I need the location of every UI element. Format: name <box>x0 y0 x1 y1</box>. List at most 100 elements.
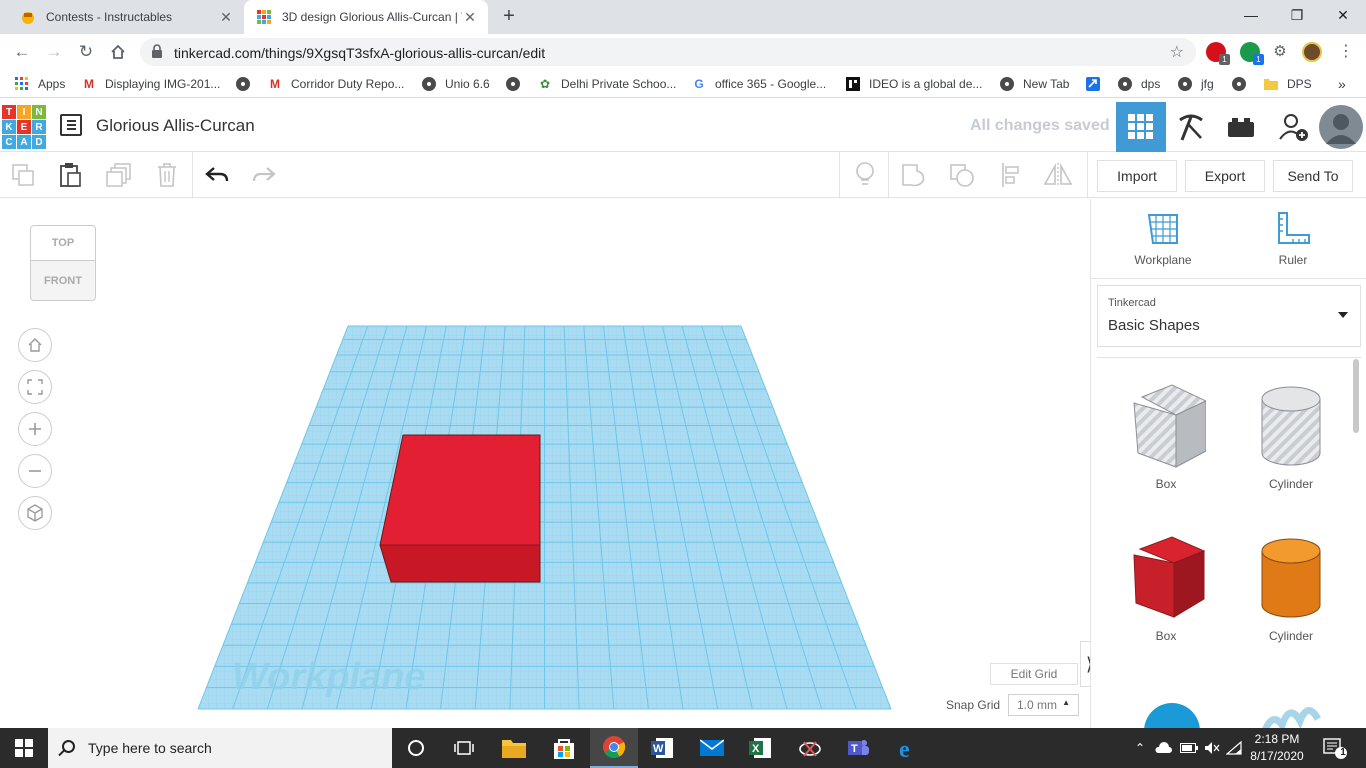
bookmark-unio[interactable]: Unio 6.6 <box>421 75 490 93</box>
bookmark-star-icon[interactable]: ☆ <box>1170 42 1184 62</box>
bookmark-school[interactable]: ✿ Delhi Private Schoo... <box>537 75 676 93</box>
mail-button[interactable] <box>688 728 736 768</box>
task-view-button[interactable] <box>440 728 488 768</box>
bookmark-arrow[interactable] <box>1085 75 1109 93</box>
shape-scribble[interactable] <box>1246 697 1336 728</box>
forward-icon[interactable]: → <box>42 40 66 64</box>
tab-tinkercad[interactable]: 3D design Glorious Allis-Curcan | T ✕ <box>244 0 488 34</box>
add-user-button[interactable] <box>1268 102 1318 152</box>
tray-chevron-icon[interactable]: ⌃ <box>1130 728 1150 768</box>
tinkercad-logo[interactable]: T I N K E R C A D <box>2 105 46 149</box>
view-cube[interactable]: TOP FRONT <box>30 225 96 301</box>
omnibox[interactable]: tinkercad.com/things/9XgsqT3sfxA-gloriou… <box>140 38 1196 66</box>
redo-button[interactable] <box>249 160 279 190</box>
restore-icon[interactable]: ❐ <box>1274 0 1320 30</box>
shape-sphere[interactable] <box>1121 691 1211 728</box>
red-box-shape[interactable] <box>379 434 541 583</box>
user-avatar[interactable] <box>1316 102 1366 152</box>
volume-muted-icon[interactable] <box>1202 728 1222 768</box>
onedrive-cloud-icon[interactable] <box>1152 728 1174 768</box>
design-title[interactable]: Glorious Allis-Curcan <box>96 116 255 136</box>
store-button[interactable] <box>540 728 588 768</box>
bookmark-globe[interactable] <box>235 75 259 93</box>
send-to-button[interactable]: Send To <box>1273 160 1353 192</box>
bookmark-gmail[interactable]: M Displaying IMG-201... <box>81 75 220 93</box>
duplicate-button[interactable] <box>104 160 134 190</box>
snap-grid-select[interactable]: 1.0 mm ▲ <box>1008 694 1079 716</box>
file-explorer-button[interactable] <box>490 728 538 768</box>
excel-button[interactable]: X <box>736 728 784 768</box>
teams-button[interactable]: T <box>834 728 882 768</box>
notification-center-button[interactable]: 1 <box>1322 728 1348 768</box>
export-button[interactable]: Export <box>1185 160 1265 192</box>
close-window-icon[interactable]: ✕ <box>1320 0 1366 30</box>
wifi-icon[interactable] <box>1224 728 1244 768</box>
import-button[interactable]: Import <box>1097 160 1177 192</box>
shape-hole-cylinder[interactable]: Cylinder <box>1246 383 1336 491</box>
workplane-scene[interactable]: Workplane <box>0 199 1090 728</box>
tab-contests[interactable]: Contests - Instructables ✕ <box>8 0 244 34</box>
close-tab-icon[interactable]: ✕ <box>218 9 234 26</box>
pickaxe-button[interactable] <box>1166 102 1216 152</box>
delete-button[interactable] <box>152 160 182 190</box>
taskbar-search[interactable]: Type here to search <box>48 728 392 768</box>
3d-canvas[interactable]: Workplane TOP FRONT Edit Grid Snap Grid … <box>0 199 1090 728</box>
bookmark-newtab[interactable]: New Tab <box>999 75 1069 93</box>
taskbar-clock[interactable]: 2:18 PM 8/17/2020 <box>1244 731 1310 765</box>
shape-box[interactable]: Box <box>1121 535 1211 643</box>
undo-button[interactable] <box>202 160 232 190</box>
shape-library-dropdown[interactable]: Tinkercad Basic Shapes <box>1097 285 1361 347</box>
mirror-button[interactable] <box>1043 160 1073 190</box>
new-tab-button[interactable]: + <box>498 6 520 28</box>
bookmark-globe[interactable] <box>505 75 529 93</box>
panel-collapse-chevron-icon[interactable]: ⟩ <box>1080 641 1090 687</box>
brick-button[interactable] <box>1216 102 1266 152</box>
start-button[interactable] <box>0 728 48 768</box>
home-view-button[interactable] <box>18 328 52 362</box>
notes-button[interactable] <box>850 160 880 190</box>
bookmark-folder-dps[interactable]: DPS <box>1263 75 1312 93</box>
perspective-button[interactable] <box>18 496 52 530</box>
battery-icon[interactable] <box>1178 728 1200 768</box>
zoom-out-button[interactable] <box>18 454 52 488</box>
puzzle-extensions-icon[interactable]: ⚙ <box>1268 40 1292 64</box>
paste-button[interactable] <box>55 160 85 190</box>
word-button[interactable]: W <box>638 728 686 768</box>
bookmarks-overflow-button[interactable]: » <box>1338 75 1346 93</box>
cortana-button[interactable] <box>392 728 440 768</box>
bookmark-dps[interactable]: dps <box>1117 75 1160 93</box>
bookmark-gmail[interactable]: M Corridor Duty Repo... <box>267 75 404 93</box>
home-icon[interactable] <box>106 40 130 64</box>
bookmark-office[interactable]: Goffice 365 - Google... <box>691 75 826 93</box>
zoom-in-button[interactable] <box>18 412 52 446</box>
snip-tool-button[interactable] <box>786 728 834 768</box>
minimize-icon[interactable]: — <box>1228 0 1274 30</box>
bookmark-ideo[interactable]: IDEO is a global de... <box>845 75 982 93</box>
back-icon[interactable]: ← <box>10 40 34 64</box>
chrome-menu-icon[interactable]: ⋮ <box>1334 40 1358 64</box>
close-tab-icon[interactable]: ✕ <box>462 9 478 26</box>
edge-button[interactable]: e <box>884 728 932 768</box>
reload-icon[interactable]: ↻ <box>74 40 98 64</box>
design-menu-icon[interactable] <box>60 114 82 136</box>
view-cube-top[interactable]: TOP <box>30 225 96 261</box>
copy-button[interactable] <box>8 160 38 190</box>
chrome-button[interactable] <box>590 728 638 768</box>
shape-cylinder[interactable]: Cylinder <box>1246 535 1336 643</box>
group-button[interactable] <box>899 160 929 190</box>
bookmark-globe[interactable] <box>1231 75 1255 93</box>
align-button[interactable] <box>996 160 1026 190</box>
ungroup-button[interactable] <box>947 160 977 190</box>
view-cube-front[interactable]: FRONT <box>30 261 96 301</box>
profile-avatar[interactable] <box>1302 42 1322 62</box>
shape-hole-box[interactable]: Box <box>1121 383 1211 491</box>
edit-grid-button[interactable]: Edit Grid <box>990 663 1078 685</box>
extension-icon[interactable]: 1 <box>1240 42 1264 65</box>
bookmark-jfg[interactable]: jfg <box>1177 75 1214 93</box>
extension-icon[interactable]: 1 <box>1206 42 1230 65</box>
workplane-tool[interactable]: Workplane <box>1123 211 1203 267</box>
fit-view-button[interactable] <box>18 370 52 404</box>
ruler-tool[interactable]: Ruler <box>1253 211 1333 267</box>
panel-scrollbar[interactable] <box>1353 359 1359 433</box>
bookmark-apps[interactable]: Apps <box>14 75 65 93</box>
